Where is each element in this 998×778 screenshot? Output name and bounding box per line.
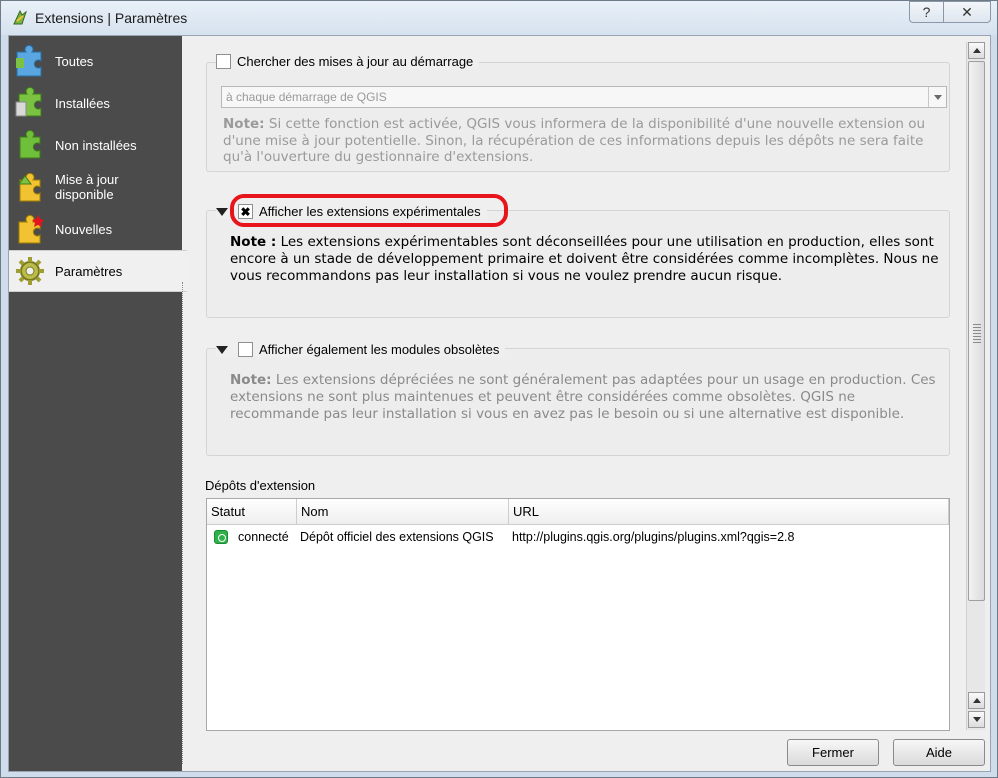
- scroll-up-button[interactable]: [968, 42, 985, 59]
- scrollbar-thumb[interactable]: [968, 61, 985, 601]
- sidebar-item-all[interactable]: Toutes: [9, 40, 182, 82]
- note-prefix: Note:: [230, 372, 272, 388]
- column-header-url[interactable]: URL: [509, 499, 949, 525]
- connected-status-icon: [214, 530, 228, 544]
- deprecated-label[interactable]: Afficher également les modules obsolètes: [259, 342, 499, 357]
- check-updates-title: Chercher des mises à jour au démarrage: [216, 54, 480, 69]
- scroll-up-small-button[interactable]: [968, 692, 985, 709]
- sidebar-item-label: Toutes: [55, 53, 94, 69]
- title-buttons: ? ✕: [909, 1, 991, 23]
- dialog-body: Toutes Installées Non installées Mise à …: [8, 35, 991, 772]
- row-status: connecté: [238, 530, 289, 544]
- puzzle-all-icon: [16, 44, 42, 77]
- check-updates-checkbox[interactable]: [216, 54, 231, 69]
- title-bar: Extensions | Paramètres ? ✕: [1, 1, 997, 35]
- column-header-status[interactable]: Statut: [207, 499, 297, 525]
- repositories-heading: Dépôts d'extension: [205, 478, 316, 493]
- table-row[interactable]: connecté Dépôt officiel des extensions Q…: [207, 529, 947, 549]
- experimental-note: Note : Les extensions expérimentables so…: [230, 234, 940, 285]
- settings-panel: Chercher des mises à jour au démarrage à…: [194, 36, 959, 731]
- puzzle-upgrade-icon: [18, 172, 41, 202]
- puzzle-new-icon: [18, 214, 44, 244]
- sidebar-item-installed[interactable]: Installées: [9, 82, 182, 124]
- note-text: Si cette fonction est activée, QGIS vous…: [223, 116, 926, 165]
- sidebar-item-upgradeable[interactable]: Mise à jour disponible: [9, 166, 182, 208]
- help-button[interactable]: Aide: [893, 739, 985, 766]
- collapse-arrow-icon[interactable]: [216, 207, 228, 216]
- close-button[interactable]: Fermer: [787, 739, 879, 766]
- puzzle-not-installed-icon: [19, 129, 41, 159]
- vertical-scrollbar[interactable]: [966, 42, 985, 730]
- chevron-down-icon[interactable]: [928, 87, 946, 107]
- deprecated-checkbox[interactable]: [238, 342, 253, 357]
- scroll-down-button[interactable]: [968, 711, 985, 728]
- close-window-button[interactable]: ✕: [943, 1, 991, 23]
- sidebar: Toutes Installées Non installées Mise à …: [9, 36, 187, 771]
- qgis-plugin-icon: [13, 9, 27, 25]
- note-prefix: Note :: [230, 234, 277, 250]
- puzzle-installed-icon: [15, 86, 42, 117]
- sidebar-item-label: Paramètres: [55, 263, 123, 279]
- plugin-manager-window: Extensions | Paramètres ? ✕ Toutes Insta…: [0, 0, 998, 778]
- check-updates-note: Note: Si cette fonction est activée, QGI…: [223, 116, 953, 166]
- column-header-name[interactable]: Nom: [297, 499, 509, 525]
- note-text: Les extensions expérimentables sont déco…: [230, 234, 939, 284]
- sidebar-item-settings[interactable]: Paramètres: [9, 250, 187, 292]
- row-name: Dépôt officiel des extensions QGIS: [300, 530, 494, 544]
- collapse-arrow-icon[interactable]: [216, 345, 228, 354]
- sidebar-item-label: Nouvelles: [55, 221, 113, 237]
- note-prefix: Note:: [223, 116, 265, 132]
- sidebar-item-label: Mise à jour disponible: [55, 172, 119, 202]
- sidebar-item-new[interactable]: Nouvelles: [9, 208, 182, 250]
- help-title-button[interactable]: ?: [909, 1, 943, 23]
- update-frequency-value: à chaque démarrage de QGIS: [226, 90, 387, 104]
- gear-icon: [16, 257, 44, 285]
- sidebar-item-label: Installées: [55, 95, 110, 111]
- sidebar-splitter-handle[interactable]: [182, 282, 186, 764]
- deprecated-note: Note: Les extensions dépréciées ne sont …: [230, 372, 940, 423]
- check-updates-label[interactable]: Chercher des mises à jour au démarrage: [237, 54, 473, 69]
- sidebar-item-not-installed[interactable]: Non installées: [9, 124, 182, 166]
- row-url: http://plugins.qgis.org/plugins/plugins.…: [512, 530, 795, 544]
- repositories-table[interactable]: Statut Nom URL connecté Dépôt officiel d…: [206, 498, 950, 731]
- red-highlight-annotation: [230, 194, 508, 227]
- window-title: Extensions | Paramètres: [35, 10, 188, 26]
- deprecated-title: Afficher également les modules obsolètes: [216, 342, 506, 357]
- note-text: Les extensions dépréciées ne sont généra…: [230, 372, 936, 422]
- update-frequency-select[interactable]: à chaque démarrage de QGIS: [221, 86, 947, 108]
- sidebar-item-label: Non installées: [55, 137, 137, 153]
